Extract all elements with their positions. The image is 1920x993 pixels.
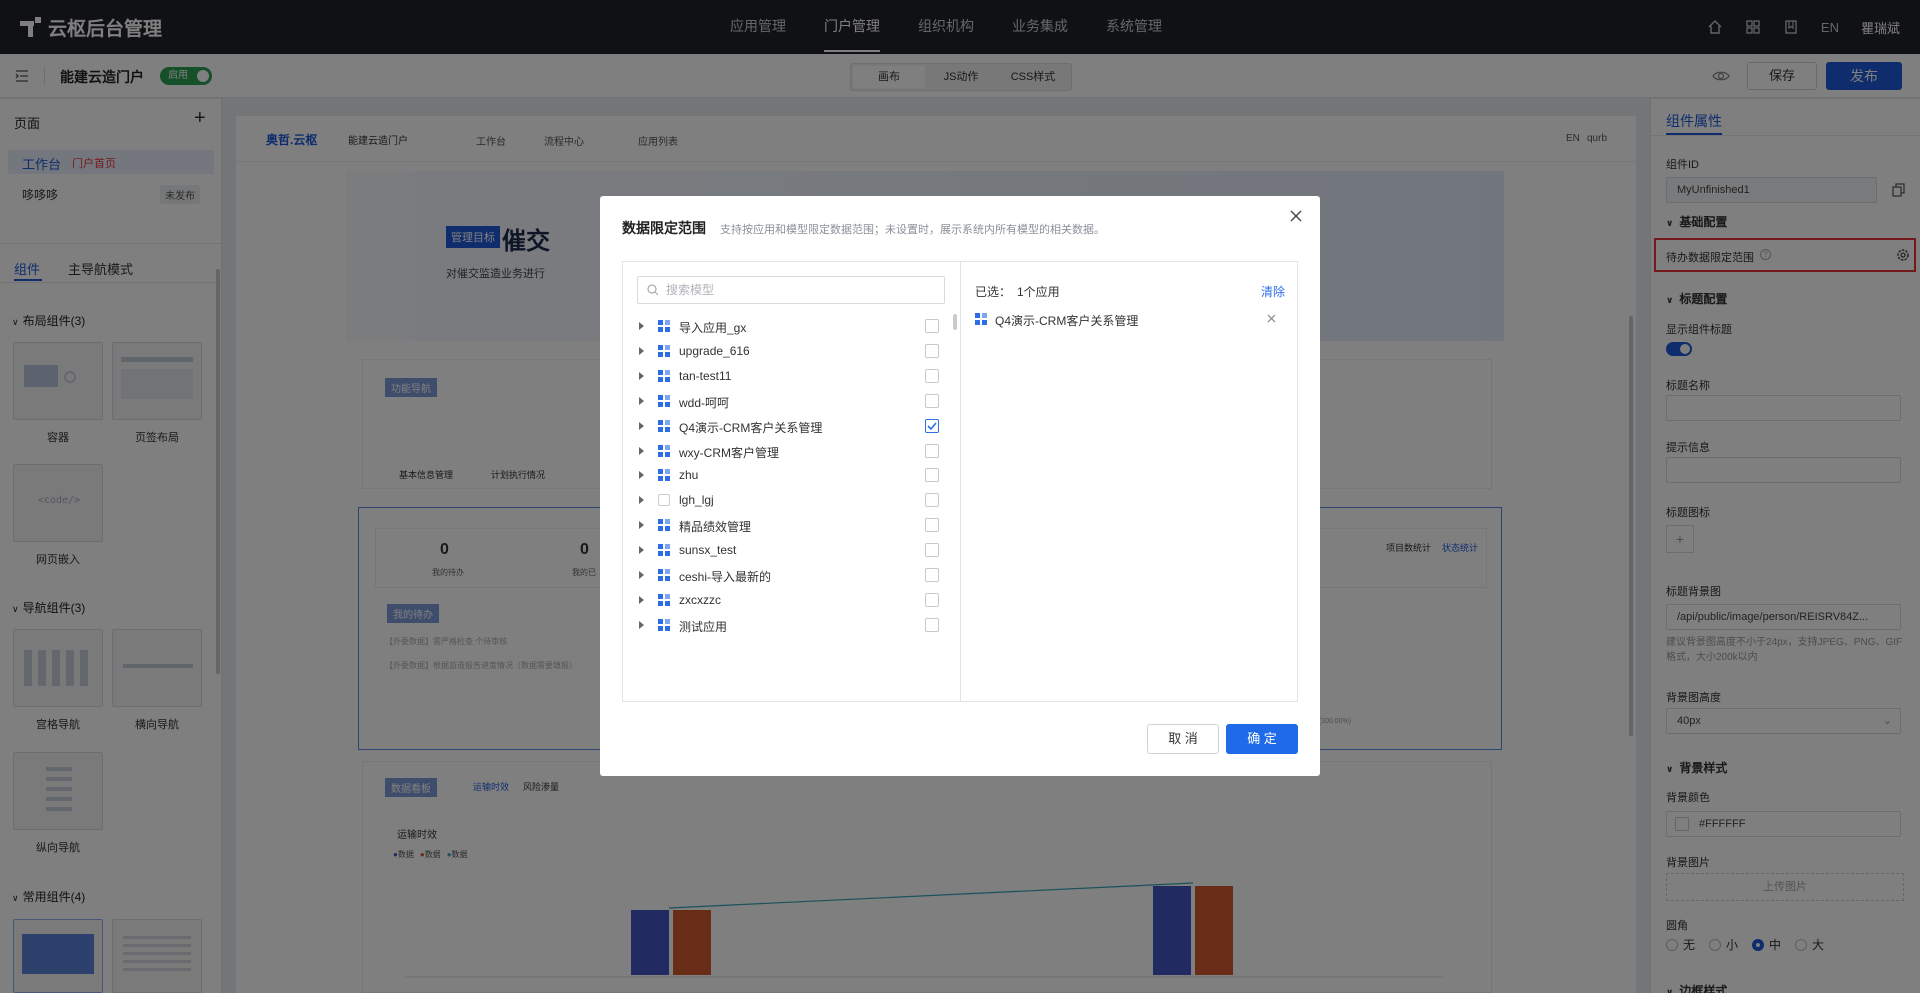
data-scope-dialog: 数据限定范围 支持按应用和模型限定数据范围；未设置时，展示系统内所有模型的相关数… — [600, 196, 1320, 776]
app-icon — [658, 344, 670, 357]
app-checkbox[interactable] — [925, 568, 939, 582]
app-icon — [658, 419, 670, 432]
app-tree-row[interactable]: tan-test11 — [623, 364, 953, 388]
app-name: tan-test11 — [679, 368, 732, 383]
expand-caret-icon[interactable] — [639, 446, 644, 455]
app-icon — [975, 313, 987, 325]
app-tree-panel: 搜索模型 导入应用_gx upgrade_616 tan-test11 wdd-呵呵 Q… — [623, 262, 961, 701]
app-tree-row[interactable]: wxy-CRM客户管理 — [623, 439, 953, 463]
app-tree-row[interactable]: lgh_lgj — [623, 488, 953, 512]
app-name: upgrade_616 — [679, 343, 750, 358]
app-checkbox[interactable] — [925, 343, 939, 358]
app-checkbox[interactable] — [925, 443, 939, 458]
app-checkbox[interactable] — [925, 468, 939, 483]
dialog-title: 数据限定范围 — [622, 220, 706, 236]
app-tree-row[interactable]: ceshi-导入最新的 — [623, 563, 953, 587]
app-name: wxy-CRM客户管理 — [679, 445, 779, 460]
expand-caret-icon[interactable] — [639, 521, 644, 530]
app-icon — [658, 369, 670, 382]
tree-scrollbar[interactable] — [953, 314, 957, 330]
clear-button[interactable]: 清除 — [1261, 283, 1285, 300]
app-checkbox[interactable] — [925, 368, 939, 383]
app-checkbox[interactable] — [925, 543, 939, 558]
app-name: wdd-呵呵 — [679, 395, 730, 410]
app-tree-row[interactable]: wdd-呵呵 — [623, 389, 953, 413]
app-checkbox[interactable] — [925, 393, 939, 408]
expand-caret-icon[interactable] — [639, 571, 644, 579]
app-checkbox[interactable] — [925, 592, 939, 607]
confirm-button[interactable]: 确 定 — [1226, 724, 1298, 754]
expand-caret-icon[interactable] — [639, 371, 644, 380]
app-tree-row[interactable]: sunsx_test — [623, 538, 953, 562]
cancel-button[interactable]: 取 消 — [1147, 724, 1219, 754]
app-name: ceshi-导入最新的 — [679, 570, 772, 584]
expand-caret-icon[interactable] — [639, 471, 644, 480]
app-checkbox[interactable] — [925, 418, 939, 433]
dialog-description: 支持按应用和模型限定数据范围；未设置时，展示系统内所有模型的相关数据。 — [720, 224, 1105, 236]
app-icon — [658, 394, 670, 407]
app-icon — [658, 519, 670, 532]
app-icon — [658, 569, 670, 581]
close-icon[interactable] — [1290, 210, 1302, 222]
app-tree-row[interactable]: zxcxzzc — [623, 588, 953, 612]
remove-icon[interactable] — [1267, 314, 1276, 323]
expand-caret-icon[interactable] — [639, 421, 644, 430]
expand-caret-icon[interactable] — [639, 620, 644, 629]
expand-caret-icon[interactable] — [639, 346, 644, 355]
app-name: 精品绩效管理 — [679, 520, 752, 535]
selected-item-label: Q4演示-CRM客户关系管理 — [995, 314, 1139, 328]
app-tree-row[interactable]: upgrade_616 — [623, 339, 953, 363]
app-checkbox[interactable] — [925, 319, 939, 333]
expand-caret-icon[interactable] — [639, 595, 644, 604]
app-icon — [658, 320, 670, 332]
app-tree-row[interactable]: zhu — [623, 463, 953, 487]
app-tree-row[interactable]: Q4演示-CRM客户关系管理 — [623, 414, 953, 438]
search-icon — [647, 284, 659, 296]
app-tree-row[interactable]: 测试应用 — [623, 613, 953, 637]
app-icon — [658, 593, 670, 606]
selected-item: Q4演示-CRM客户关系管理 — [961, 306, 1297, 332]
app-name: zhu — [679, 468, 699, 483]
app-tree-row[interactable]: 导入应用_gx — [623, 314, 953, 338]
search-placeholder: 搜索模型 — [666, 283, 715, 297]
app-icon — [658, 444, 670, 457]
app-name: Q4演示-CRM客户关系管理 — [679, 420, 823, 435]
app-icon — [658, 544, 670, 557]
app-name: lgh_lgj — [679, 493, 714, 508]
app-name: 导入应用_gx — [679, 321, 747, 335]
app-icon — [658, 469, 670, 482]
search-input[interactable]: 搜索模型 — [637, 276, 945, 304]
expand-caret-icon[interactable] — [639, 496, 644, 505]
selected-label: 已选： — [975, 285, 1012, 299]
app-icon — [658, 618, 670, 631]
app-name: sunsx_test — [679, 543, 737, 558]
app-tree-row[interactable]: 精品绩效管理 — [623, 513, 953, 537]
dialog-body: 搜索模型 导入应用_gx upgrade_616 tan-test11 wdd-呵呵 Q… — [622, 261, 1298, 702]
selected-panel: 已选： 1个应用 清除 Q4演示-CRM客户关系管理 — [961, 262, 1297, 701]
check-icon — [927, 422, 937, 430]
expand-caret-icon[interactable] — [639, 396, 644, 405]
expand-caret-icon[interactable] — [639, 322, 644, 330]
app-checkbox[interactable] — [925, 617, 939, 632]
app-name: 测试应用 — [679, 619, 728, 634]
app-checkbox[interactable] — [925, 518, 939, 533]
app-name: zxcxzzc — [679, 592, 721, 607]
expand-caret-icon[interactable] — [639, 546, 644, 555]
app-checkbox[interactable] — [925, 493, 939, 508]
selected-count: 1个应用 — [1017, 285, 1060, 299]
app-icon-blank — [658, 494, 670, 507]
